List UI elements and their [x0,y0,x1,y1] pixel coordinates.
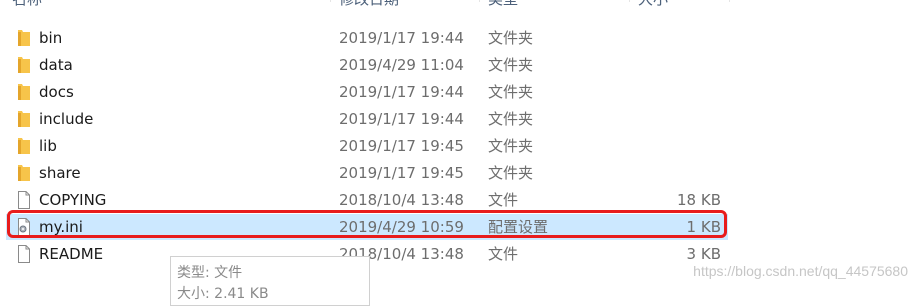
file-name: COPYING [39,191,107,209]
file-type: 文件夹 [488,29,534,47]
file-name: include [39,110,94,128]
column-name-header[interactable]: 名称 [12,0,42,14]
file-row-docs[interactable]: docs 2019/1/17 19:44 文件夹 [6,79,728,105]
file-date: 2019/4/29 11:04 [339,56,464,74]
file-icon [18,191,30,209]
column-divider[interactable] [629,0,630,2]
file-row-data[interactable]: data 2019/4/29 11:04 文件夹 [6,52,728,78]
file-row-include[interactable]: include 2019/1/17 19:44 文件夹 [6,106,728,132]
column-divider[interactable] [330,0,331,2]
file-date: 2018/10/4 13:48 [339,191,464,209]
file-name: data [39,56,73,74]
file-row-share[interactable]: share 2019/1/17 19:45 文件夹 [6,160,728,186]
column-divider[interactable] [729,0,730,2]
file-type: 文件夹 [488,110,534,128]
file-type: 文件夹 [488,56,534,74]
file-date: 2019/1/17 19:44 [339,29,464,47]
file-name: bin [39,29,63,47]
file-name: my.ini [39,218,83,236]
file-row-copying[interactable]: COPYING 2018/10/4 13:48 文件 18 KB [6,187,728,213]
column-type-header[interactable]: 类型 [488,0,518,14]
file-name: README [39,245,104,263]
file-type: 配置设置 [488,218,549,236]
tooltip-type-line: 类型: 文件 [177,265,243,281]
file-date: 2019/1/17 19:45 [339,137,464,155]
file-icon [18,245,30,263]
watermark: https://blog.csdn.net/qq_44575680 [693,263,908,279]
file-date: 2019/4/29 10:59 [339,218,464,236]
file-date: 2019/1/17 19:45 [339,164,464,182]
file-name: share [39,164,81,182]
file-name: lib [39,137,57,155]
file-row-lib[interactable]: lib 2019/1/17 19:45 文件夹 [6,133,728,159]
file-type: 文件夹 [488,164,534,182]
file-type: 文件夹 [488,83,534,101]
tooltip-size-line: 大小: 2.41 KB [177,286,269,302]
column-divider[interactable] [479,0,480,2]
file-name: docs [39,83,74,101]
file-row-bin[interactable]: bin 2019/1/17 19:44 文件夹 [6,25,728,51]
file-type: 文件 [488,191,519,209]
file-type: 文件 [488,245,519,263]
column-date-header[interactable]: 修改日期 [339,0,399,14]
folder-icon [18,138,30,154]
folder-icon [18,165,30,181]
file-row-my-ini[interactable]: my.ini 2019/4/29 10:59 配置设置 1 KB [6,214,728,240]
column-header: 名称 修改日期 类型 大小 [0,0,918,14]
file-size: 1 KB [686,218,721,236]
file-date: 2019/1/17 19:44 [339,83,464,101]
folder-icon [18,111,30,127]
file-type: 文件夹 [488,137,534,155]
file-info-tooltip: 类型: 文件 大小: 2.41 KB [170,256,370,306]
column-size-header[interactable]: 大小 [638,0,668,14]
folder-icon [18,84,30,100]
file-size: 18 KB [677,191,721,209]
settings-file-icon [18,218,30,236]
file-date: 2019/1/17 19:44 [339,110,464,128]
folder-icon [18,57,30,73]
folder-icon [18,30,30,46]
